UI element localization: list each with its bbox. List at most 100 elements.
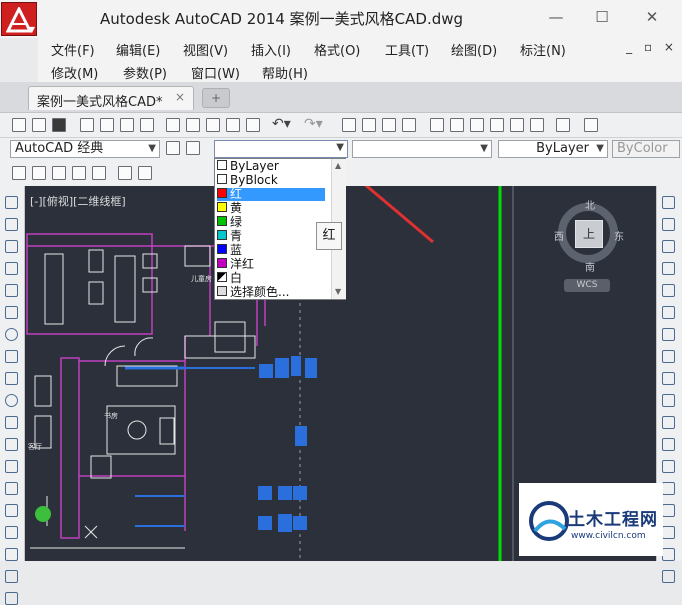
menu-format[interactable]: 格式(O) — [314, 40, 360, 59]
color-select[interactable]: ▼ — [214, 140, 348, 158]
menu-help[interactable]: 帮助(H) — [262, 63, 308, 82]
scroll-up-icon[interactable]: ▲ — [335, 161, 341, 170]
menu-modify[interactable]: 修改(M) — [51, 63, 98, 82]
minimize-button[interactable]: — — [544, 6, 568, 28]
redo-icon[interactable]: ↷▾ — [304, 116, 323, 132]
lineweight-select[interactable]: ByColor — [612, 140, 680, 158]
tab-drawing[interactable]: 案例一美式风格CAD* × — [28, 86, 194, 110]
gear-icon[interactable] — [166, 141, 180, 155]
document-window-controls[interactable]: _ ▫ × — [626, 40, 678, 54]
color-option-cyan[interactable]: 青 — [217, 230, 327, 243]
menu-window[interactable]: 窗口(W) — [191, 63, 240, 82]
close-button[interactable]: ✕ — [640, 6, 664, 28]
menu-insert[interactable]: 插入(I) — [251, 40, 291, 59]
rotate-icon[interactable] — [662, 328, 675, 341]
menu-tools[interactable]: 工具(T) — [385, 40, 429, 59]
chamfer-icon[interactable] — [662, 504, 675, 517]
color-option-white[interactable]: 白 — [217, 272, 327, 285]
rectangle-icon[interactable] — [5, 284, 18, 297]
menu-view[interactable]: 视图(V) — [183, 40, 228, 59]
tool-palettes-icon[interactable] — [470, 118, 484, 132]
markup-icon[interactable] — [510, 118, 524, 132]
trim-icon[interactable] — [662, 394, 675, 407]
hatch-icon[interactable] — [5, 504, 18, 517]
menu-parametric[interactable]: 参数(P) — [123, 63, 167, 82]
properties-icon[interactable] — [430, 118, 444, 132]
plot-icon[interactable] — [80, 118, 94, 132]
layer-select[interactable]: ▼ — [352, 140, 492, 158]
brush-icon[interactable] — [584, 118, 598, 132]
polygon-icon[interactable] — [5, 262, 18, 275]
insert-block-icon[interactable] — [5, 438, 18, 451]
arc-icon[interactable] — [5, 306, 18, 319]
layer-off-icon[interactable] — [72, 166, 86, 180]
gradient-icon[interactable] — [5, 526, 18, 539]
compass-south[interactable]: 南 — [585, 259, 595, 274]
layer-manager-icon[interactable] — [12, 166, 26, 180]
extend-icon[interactable] — [662, 416, 675, 429]
3d-print-icon[interactable] — [140, 118, 154, 132]
explode-icon[interactable] — [662, 570, 675, 583]
menu-file[interactable]: 文件(F) — [51, 40, 95, 59]
viewport-controls[interactable]: [-][俯视][二维线框] — [30, 193, 126, 209]
erase-icon[interactable] — [662, 196, 675, 209]
mirror-icon[interactable] — [662, 240, 675, 253]
revision-cloud-icon[interactable] — [5, 350, 18, 363]
blend-curves-icon[interactable] — [662, 548, 675, 561]
copy-object-icon[interactable] — [662, 218, 675, 231]
compass-north[interactable]: 北 — [585, 197, 595, 212]
plot-preview-icon[interactable] — [100, 118, 114, 132]
workspace-settings-icon[interactable] — [186, 141, 200, 155]
workspace-select[interactable]: AutoCAD 经典 ▼ — [10, 140, 160, 158]
scroll-down-icon[interactable]: ▼ — [335, 287, 341, 296]
polyline-icon[interactable] — [5, 240, 18, 253]
linetype-select[interactable]: ByLayer ▼ — [498, 140, 608, 158]
menu-draw[interactable]: 绘图(D) — [451, 40, 497, 59]
compass-west[interactable]: 西 — [554, 228, 564, 243]
layer-match-icon[interactable] — [138, 166, 152, 180]
zoom-realtime-icon[interactable] — [362, 118, 376, 132]
cut-icon[interactable] — [166, 118, 180, 132]
viewcube-top-face[interactable]: 上 — [575, 220, 603, 248]
join-icon[interactable] — [662, 482, 675, 495]
block-editor-icon[interactable] — [246, 118, 260, 132]
color-option-yellow[interactable]: 黄 — [217, 202, 327, 215]
layer-lock-icon[interactable] — [118, 166, 132, 180]
color-option-bylayer[interactable]: ByLayer — [217, 160, 327, 173]
circle-icon[interactable] — [5, 328, 18, 341]
make-block-icon[interactable] — [5, 460, 18, 473]
menu-dimension[interactable]: 标注(N) — [520, 40, 566, 59]
pan-icon[interactable] — [342, 118, 356, 132]
fillet-icon[interactable] — [662, 526, 675, 539]
ellipse-icon[interactable] — [5, 394, 18, 407]
undo-icon[interactable]: ↶▾ — [272, 116, 291, 132]
new-icon[interactable] — [12, 118, 26, 132]
copy-icon[interactable] — [186, 118, 200, 132]
line-icon[interactable] — [5, 196, 18, 209]
maximize-button[interactable]: ☐ — [590, 6, 614, 28]
paste-icon[interactable] — [206, 118, 220, 132]
design-center-icon[interactable] — [450, 118, 464, 132]
ellipse-arc-icon[interactable] — [5, 416, 18, 429]
mtext-icon[interactable] — [5, 592, 18, 605]
scale-icon[interactable] — [662, 350, 675, 363]
sheet-set-icon[interactable] — [490, 118, 504, 132]
spline-icon[interactable] — [5, 372, 18, 385]
layer-state-icon[interactable] — [32, 166, 46, 180]
wcs-menu-button[interactable]: WCS — [564, 279, 610, 292]
stretch-icon[interactable] — [662, 372, 675, 385]
new-tab-button[interactable]: + — [202, 88, 230, 108]
calculator-icon[interactable] — [530, 118, 544, 132]
table-icon[interactable] — [5, 570, 18, 583]
construction-line-icon[interactable] — [5, 218, 18, 231]
color-option-magenta[interactable]: 洋红 — [217, 258, 327, 271]
array-icon[interactable] — [662, 284, 675, 297]
point-icon[interactable] — [5, 482, 18, 495]
zoom-previous-icon[interactable] — [402, 118, 416, 132]
region-icon[interactable] — [5, 548, 18, 561]
move-icon[interactable] — [662, 306, 675, 319]
offset-icon[interactable] — [662, 262, 675, 275]
color-option-green[interactable]: 绿 — [217, 216, 327, 229]
help-icon[interactable] — [556, 118, 570, 132]
color-option-byblock[interactable]: ByBlock — [217, 174, 327, 187]
